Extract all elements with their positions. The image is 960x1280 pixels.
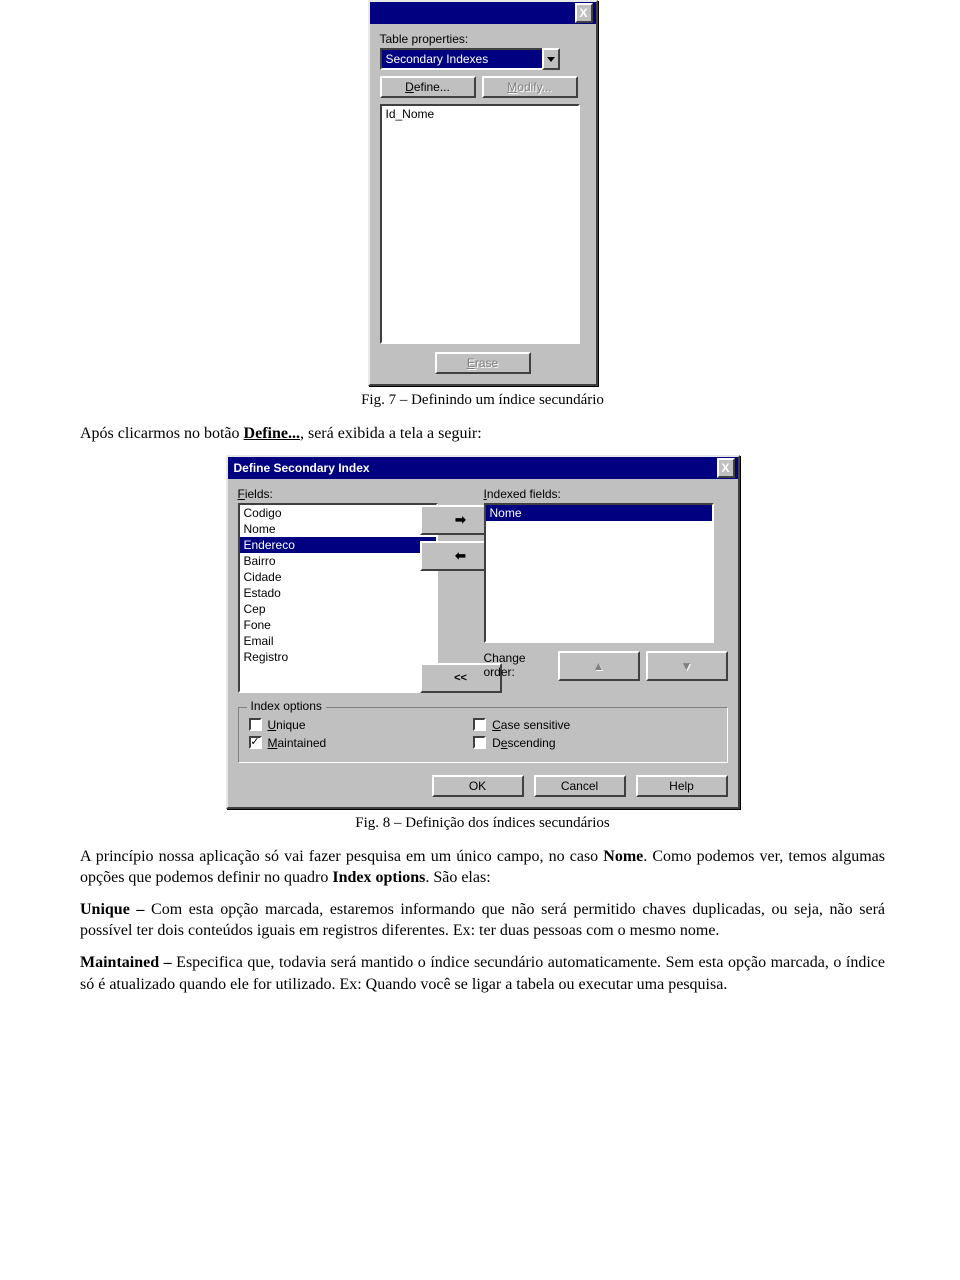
help-button[interactable]: Help: [636, 775, 728, 797]
list-item[interactable]: Registro: [240, 649, 436, 665]
paragraph-after-define: Após clicarmos no botão Define..., será …: [80, 423, 885, 445]
indexes-listbox[interactable]: Id_Nome: [380, 104, 580, 344]
table-properties-combo[interactable]: Secondary Indexes: [380, 48, 560, 70]
indexed-listbox[interactable]: Nome: [484, 503, 714, 643]
close-icon[interactable]: X: [717, 458, 735, 478]
combo-value: Secondary Indexes: [380, 48, 542, 70]
cancel-button[interactable]: Cancel: [534, 775, 626, 797]
list-item[interactable]: Cep: [240, 601, 436, 617]
list-item[interactable]: Cidade: [240, 569, 436, 585]
list-item[interactable]: Bairro: [240, 553, 436, 569]
list-item[interactable]: Estado: [240, 585, 436, 601]
list-item[interactable]: Nome: [486, 505, 712, 521]
paragraph-intro-options: A princípio nossa aplicação só vai fazer…: [80, 846, 885, 889]
change-order-label: Change order:: [484, 651, 552, 679]
erase-button[interactable]: Erase: [435, 352, 531, 374]
modify-button[interactable]: Modify...: [482, 76, 578, 98]
case-sensitive-checkbox[interactable]: Case sensitive: [473, 718, 698, 732]
index-options-group: Index options Unique Case sensitive ✓Mai…: [238, 707, 728, 763]
move-down-button[interactable]: ▼: [646, 651, 728, 681]
paragraph-unique: Unique – Com esta opção marcada, estarem…: [80, 899, 885, 942]
list-item[interactable]: Nome: [240, 521, 436, 537]
figure-caption-7: Fig. 7 – Definindo um índice secundário: [80, 392, 885, 409]
titlebar: X: [370, 2, 596, 24]
list-item[interactable]: Codigo: [240, 505, 436, 521]
list-item[interactable]: Id_Nome: [382, 106, 578, 122]
table-properties-label: Table properties:: [380, 32, 586, 46]
paragraph-maintained: Maintained – Especifica que, todavia ser…: [80, 952, 885, 995]
define-button[interactable]: Define...: [380, 76, 476, 98]
chevron-down-icon[interactable]: [542, 48, 560, 70]
maintained-checkbox[interactable]: ✓Maintained: [249, 736, 474, 750]
list-item[interactable]: Fone: [240, 617, 436, 633]
move-up-button[interactable]: ▲: [558, 651, 640, 681]
table-properties-dialog: X Table properties: Secondary Indexes De…: [368, 0, 598, 386]
titlebar-text: Define Secondary Index: [234, 461, 370, 475]
titlebar: Define Secondary Index X: [228, 457, 738, 479]
unique-checkbox[interactable]: Unique: [249, 718, 474, 732]
index-options-legend: Index options: [247, 699, 326, 713]
fields-listbox[interactable]: CodigoNomeEnderecoBairroCidadeEstadoCepF…: [238, 503, 438, 693]
list-item[interactable]: Email: [240, 633, 436, 649]
close-icon[interactable]: X: [575, 3, 593, 23]
ok-button[interactable]: OK: [432, 775, 524, 797]
indexed-fields-label: Indexed fields:: [484, 487, 728, 501]
descending-checkbox[interactable]: Descending: [473, 736, 698, 750]
list-item[interactable]: Endereco: [240, 537, 436, 553]
figure-caption-8: Fig. 8 – Definição dos índices secundári…: [80, 815, 885, 832]
fields-label: Fields:: [238, 487, 438, 501]
define-secondary-index-dialog: Define Secondary Index X Fields: CodigoN…: [226, 455, 740, 809]
